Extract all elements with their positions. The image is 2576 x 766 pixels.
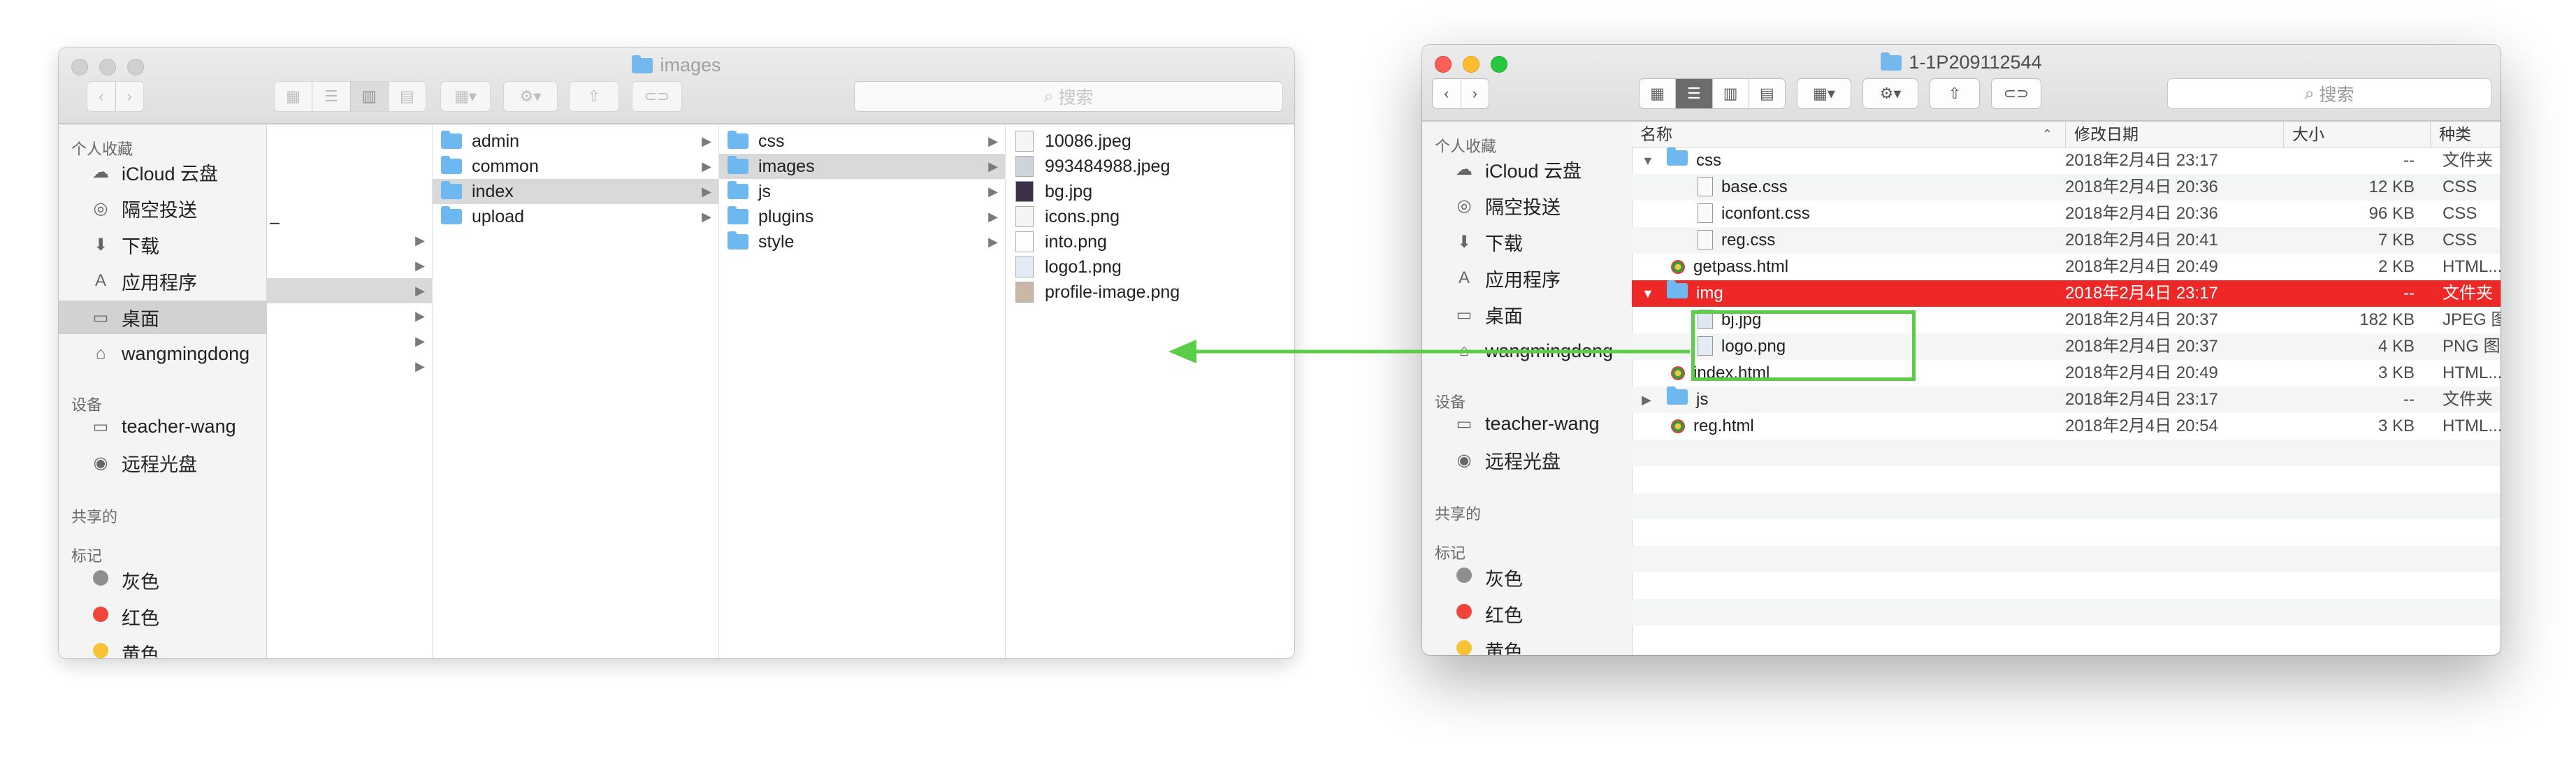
arrow-left-icon <box>1168 340 1196 363</box>
drag-arrow-overlay <box>1168 340 1690 363</box>
